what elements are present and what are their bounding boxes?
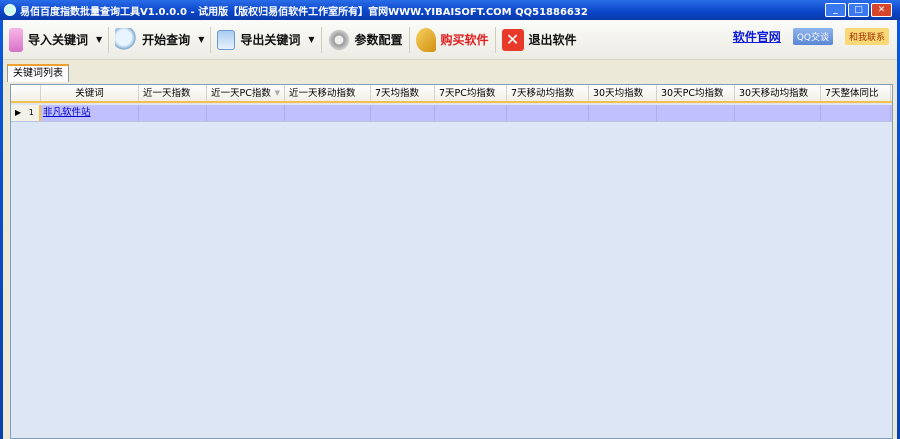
app-window: 易佰百度指数批量查询工具V1.0.0.0 - 试用版【版权归易佰软件工作室所有】… [0, 0, 900, 439]
key-icon [415, 27, 436, 52]
column-header[interactable]: 近一天指数 [139, 85, 207, 101]
website-link[interactable]: 软件官网 [733, 28, 781, 45]
column-header[interactable]: 7天均指数 [371, 85, 435, 101]
window-title: 易佰百度指数批量查询工具V1.0.0.0 - 试用版【版权归易佰软件工作室所有】… [20, 6, 588, 18]
export-label: 导出关键词 [240, 33, 301, 47]
dropdown-arrow-icon: ▼ [198, 35, 205, 44]
settings-label: 参数配置 [354, 33, 403, 47]
exit-icon: ✕ [501, 28, 524, 51]
grid-header: 关键词 近一天指数 近一天PC指数 ▼ 近一天移动指数 7天均指数 7天PC均指数 7天移动均… [11, 85, 892, 103]
grid-cell[interactable] [435, 105, 507, 121]
import-keywords-button[interactable]: 导入关键词 ▼ [3, 23, 108, 57]
row-number: 1 [28, 108, 34, 117]
minimize-button[interactable]: _ [825, 3, 846, 17]
grid-cell[interactable] [657, 105, 735, 121]
import-icon [9, 27, 23, 52]
keyword-grid: 关键词 近一天指数 近一天PC指数 ▼ 近一天移动指数 7天均指数 7天PC均指数 7天移动均… [10, 84, 893, 439]
maximize-button[interactable]: □ [848, 3, 869, 17]
settings-button[interactable]: 参数配置 [322, 23, 409, 57]
grid-cell[interactable] [821, 105, 891, 121]
grid-cell[interactable] [589, 105, 657, 121]
row-header-corner [11, 85, 41, 101]
tab-keyword-list[interactable]: 关键词列表 [7, 64, 69, 82]
column-header[interactable]: 30天PC均指数 [657, 85, 735, 101]
grid-cell[interactable] [285, 105, 371, 121]
buy-software-button[interactable]: 购买软件 [410, 23, 495, 57]
app-icon [4, 4, 16, 16]
grid-cell[interactable] [139, 105, 207, 121]
close-button[interactable]: ✕ [871, 3, 892, 17]
title-bar: 易佰百度指数批量查询工具V1.0.0.0 - 试用版【版权归易佰软件工作室所有】… [0, 0, 900, 20]
dropdown-arrow-icon: ▼ [96, 35, 103, 44]
import-label: 导入关键词 [28, 33, 89, 47]
save-icon [217, 29, 236, 50]
column-header[interactable]: 30天均指数 [589, 85, 657, 101]
exit-software-button[interactable]: ✕ 退出软件 [496, 23, 583, 57]
grid-cell[interactable] [735, 105, 821, 121]
keyword-cell[interactable]: 非凡软件站 [41, 105, 139, 121]
column-header[interactable]: 近一天移动指数 [285, 85, 371, 101]
row-header[interactable]: ▶ 1 [11, 105, 41, 121]
exit-label: 退出软件 [528, 33, 577, 47]
magnifier-icon [115, 27, 138, 52]
sort-arrow-icon: ▼ [274, 89, 280, 97]
buy-label: 购买软件 [440, 33, 489, 47]
column-header[interactable]: 7天整体同比 [821, 85, 891, 101]
column-header[interactable]: 近一天PC指数 ▼ [207, 85, 285, 101]
column-header[interactable]: 7天PC均指数 [435, 85, 507, 101]
toolbar: 导入关键词 ▼ 开始查询 ▼ 导出关键词 ▼ 参数配置 购买软件 ✕ 退出软件 软件官网… [3, 20, 897, 60]
table-row[interactable]: ▶ 1 非凡软件站 [11, 105, 892, 122]
gear-icon [327, 27, 350, 52]
qq-chat-button[interactable]: QQ交谈 [792, 28, 833, 45]
grid-cell[interactable] [371, 105, 435, 121]
start-label: 开始查询 [142, 33, 191, 47]
grid-cell[interactable] [207, 105, 285, 121]
start-query-button[interactable]: 开始查询 ▼ [109, 23, 210, 57]
column-header[interactable]: 30天移动均指数 [735, 85, 821, 101]
export-keywords-button[interactable]: 导出关键词 ▼ [211, 23, 320, 57]
contact-button[interactable]: 和我联系 [844, 28, 889, 45]
column-header[interactable]: 关键词 [41, 85, 139, 101]
column-header[interactable]: 7天移动均指数 [507, 85, 589, 101]
grid-cell[interactable] [507, 105, 589, 121]
dropdown-arrow-icon: ▼ [308, 35, 315, 44]
